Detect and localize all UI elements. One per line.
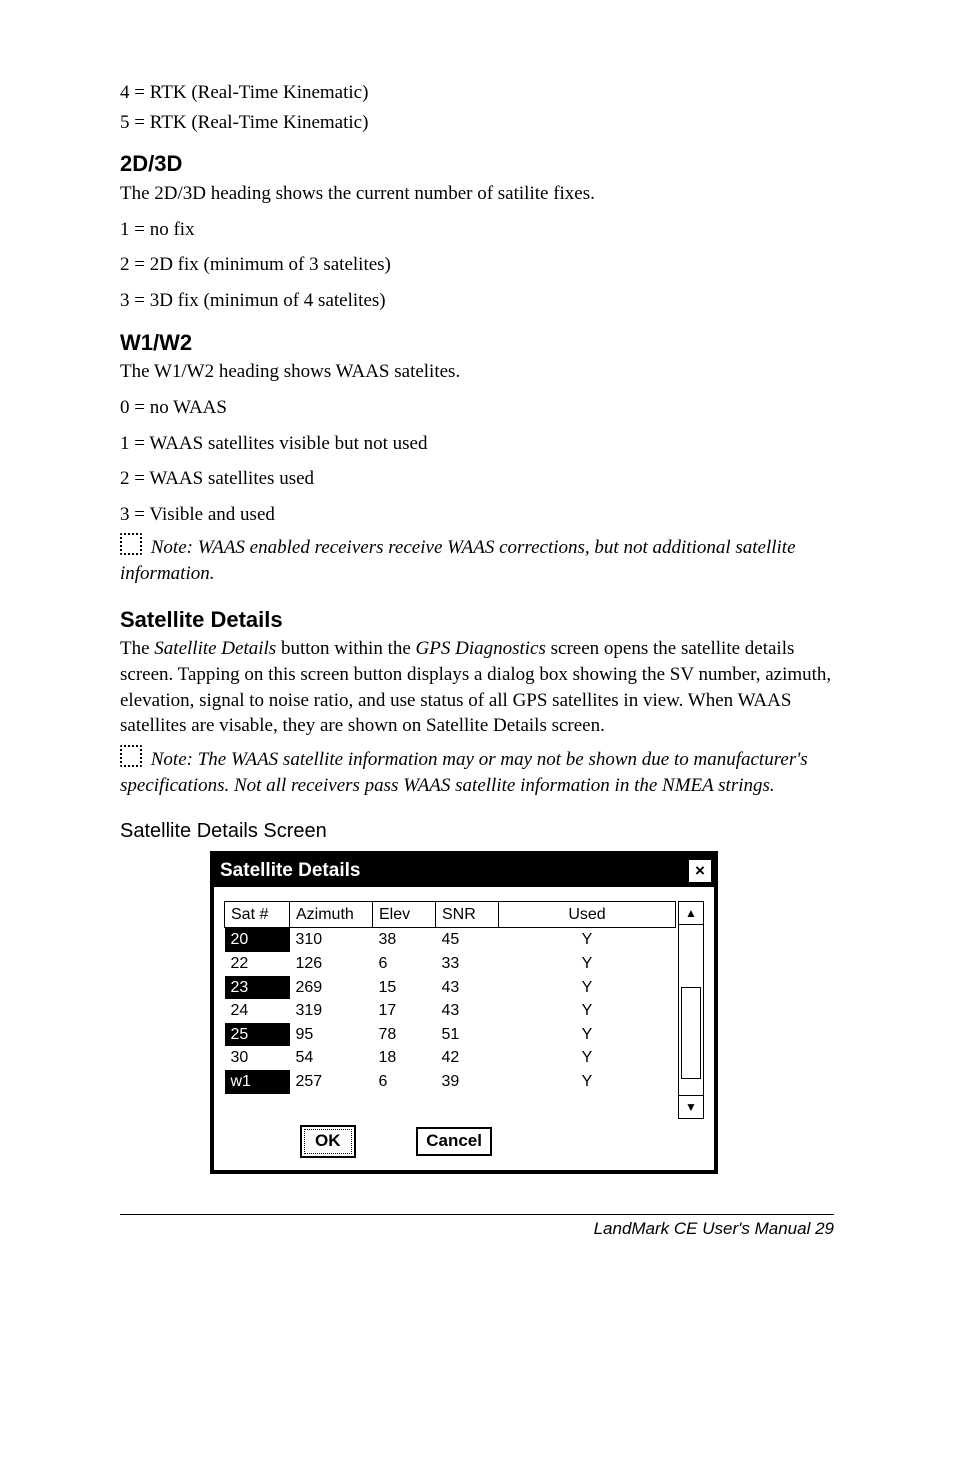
table-row[interactable]: 25957851Y [225, 1023, 676, 1047]
cell-elev: 78 [373, 1023, 436, 1047]
cell-elev: 6 [373, 952, 436, 976]
note-satdetails-text: Note: The WAAS satellite information may… [120, 749, 808, 796]
cell-used: Y [499, 928, 676, 952]
cell-used: Y [499, 1070, 676, 1094]
cell-sat: 23 [225, 976, 290, 1000]
sd-p1c: button within the [276, 638, 415, 659]
note-icon [120, 533, 142, 555]
note-icon [120, 745, 142, 767]
cell-elev: 15 [373, 976, 436, 1000]
th-used[interactable]: Used [499, 901, 676, 928]
para-satdetails: The Satellite Details button within the … [120, 636, 834, 739]
cell-sat: 30 [225, 1046, 290, 1070]
th-azimuth[interactable]: Azimuth [290, 901, 373, 928]
line-rtk5: 5 = RTK (Real-Time Kinematic) [120, 110, 834, 136]
line-w-0: 0 = no WAAS [120, 395, 834, 421]
cell-sat: 25 [225, 1023, 290, 1047]
cancel-button[interactable]: Cancel [416, 1127, 492, 1156]
cell-snr: 42 [436, 1046, 499, 1070]
cell-azimuth: 319 [290, 999, 373, 1023]
cell-sat: w1 [225, 1070, 290, 1094]
note-waas: Note: WAAS enabled receivers receive WAA… [120, 533, 834, 586]
cell-azimuth: 54 [290, 1046, 373, 1070]
sd-p1d: GPS Diagnostics [416, 638, 546, 659]
scroll-thumb[interactable] [681, 987, 701, 1079]
table-row[interactable]: w1257639Y [225, 1070, 676, 1094]
table-row[interactable]: 30541842Y [225, 1046, 676, 1070]
cell-elev: 17 [373, 999, 436, 1023]
cell-azimuth: 310 [290, 928, 373, 952]
sd-p1b: Satellite Details [154, 638, 276, 659]
cell-used: Y [499, 952, 676, 976]
cell-elev: 38 [373, 928, 436, 952]
cell-used: Y [499, 1023, 676, 1047]
dialog-titlebar: Satellite Details × [214, 855, 714, 887]
intro-w1w2: The W1/W2 heading shows WAAS satelites. [120, 359, 834, 385]
scroll-down-button[interactable]: ▼ [679, 1095, 703, 1118]
cell-snr: 33 [436, 952, 499, 976]
heading-2d3d: 2D/3D [120, 149, 834, 179]
cell-used: Y [499, 976, 676, 1000]
ok-button[interactable]: OK [304, 1129, 352, 1154]
cell-sat: 22 [225, 952, 290, 976]
scroll-up-button[interactable]: ▲ [679, 902, 703, 925]
table-row[interactable]: 232691543Y [225, 976, 676, 1000]
scroll-track[interactable] [679, 925, 703, 1095]
line-rtk4: 4 = RTK (Real-Time Kinematic) [120, 80, 834, 106]
cell-elev: 6 [373, 1070, 436, 1094]
dialog-title: Satellite Details [220, 858, 360, 884]
note-satdetails: Note: The WAAS satellite information may… [120, 745, 834, 798]
line-2d3d-2: 2 = 2D fix (minimum of 3 satelites) [120, 252, 834, 278]
page-footer: LandMark CE User's Manual 29 [120, 1214, 834, 1241]
cell-sat: 20 [225, 928, 290, 952]
cell-azimuth: 269 [290, 976, 373, 1000]
table-row[interactable]: 243191743Y [225, 999, 676, 1023]
cell-azimuth: 95 [290, 1023, 373, 1047]
line-w-1: 1 = WAAS satellites visible but not used [120, 431, 834, 457]
th-sat[interactable]: Sat # [225, 901, 290, 928]
satellite-table: Sat # Azimuth Elev SNR Used 203103845Y22… [224, 901, 676, 1094]
sd-p1a: The [120, 638, 154, 659]
cell-snr: 43 [436, 999, 499, 1023]
line-w-3: 3 = Visible and used [120, 502, 834, 528]
cell-elev: 18 [373, 1046, 436, 1070]
heading-w1w2: W1/W2 [120, 328, 834, 358]
cell-used: Y [499, 999, 676, 1023]
cell-snr: 45 [436, 928, 499, 952]
line-w-2: 2 = WAAS satellites used [120, 466, 834, 492]
close-button[interactable]: × [689, 860, 711, 882]
table-row[interactable]: 22126633Y [225, 952, 676, 976]
cell-used: Y [499, 1046, 676, 1070]
table-row[interactable]: 203103845Y [225, 928, 676, 952]
note-waas-text: Note: WAAS enabled receivers receive WAA… [120, 537, 796, 584]
line-2d3d-3: 3 = 3D fix (minimun of 4 satelites) [120, 288, 834, 314]
cell-sat: 24 [225, 999, 290, 1023]
cell-snr: 51 [436, 1023, 499, 1047]
th-elev[interactable]: Elev [373, 901, 436, 928]
intro-2d3d: The 2D/3D heading shows the current numb… [120, 181, 834, 207]
cell-azimuth: 126 [290, 952, 373, 976]
subheading-screen: Satellite Details Screen [120, 818, 834, 845]
line-2d3d-1: 1 = no fix [120, 217, 834, 243]
heading-satdetails: Satellite Details [120, 605, 834, 635]
scrollbar[interactable]: ▲ ▼ [678, 901, 704, 1119]
cell-snr: 39 [436, 1070, 499, 1094]
th-snr[interactable]: SNR [436, 901, 499, 928]
satellite-details-dialog: Satellite Details × Sat # Azimuth Elev S… [210, 851, 718, 1174]
cell-snr: 43 [436, 976, 499, 1000]
cell-azimuth: 257 [290, 1070, 373, 1094]
